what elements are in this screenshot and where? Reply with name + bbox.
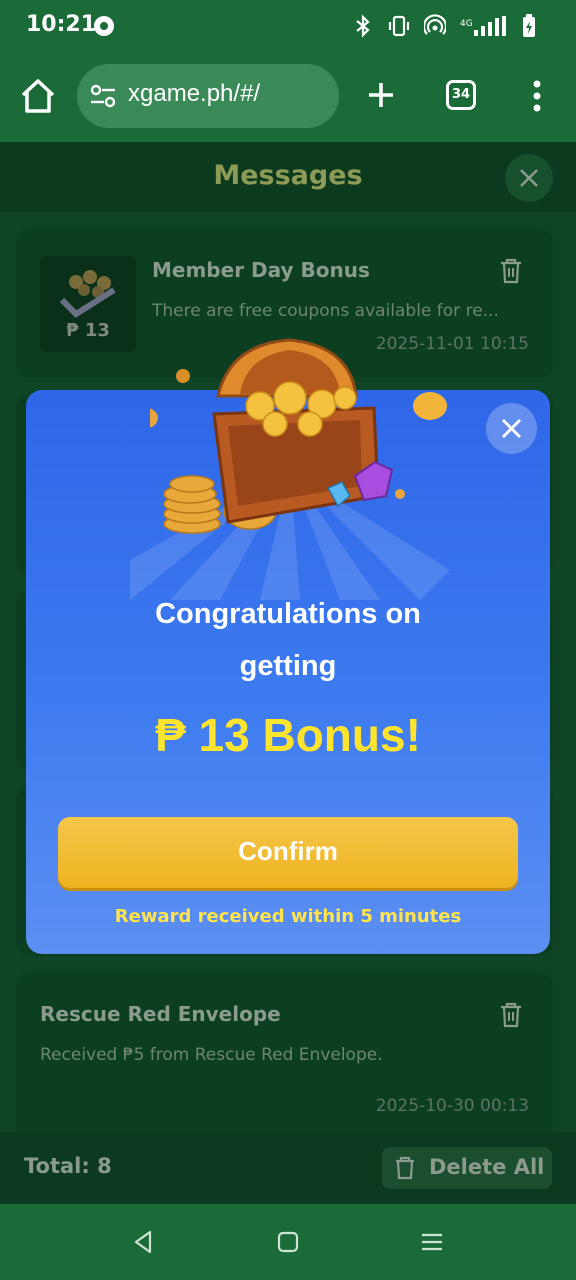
reward-note: Reward received within 5 minutes bbox=[114, 906, 462, 927]
confirm-label: Confirm bbox=[238, 836, 338, 866]
delete-all-button[interactable]: Delete All bbox=[382, 1147, 552, 1189]
message-date: 2025-10-30 00:13 bbox=[375, 1096, 529, 1116]
close-icon bbox=[520, 169, 538, 187]
trash-icon[interactable] bbox=[499, 258, 523, 284]
thumbnail-amount: ₱ 13 bbox=[66, 320, 110, 341]
site-settings-icon[interactable] bbox=[90, 84, 116, 108]
tab-switcher-button[interactable]: 34 bbox=[446, 80, 476, 110]
message-body: Received ₱5 from Rescue Red Envelope. bbox=[40, 1045, 383, 1065]
home-icon[interactable] bbox=[20, 76, 56, 116]
close-icon bbox=[502, 419, 521, 438]
total-count: Total: 8 bbox=[24, 1154, 112, 1178]
signal-4g-icon: 4G bbox=[460, 14, 508, 38]
browser-toolbar: xgame.ph/#/ 34 bbox=[0, 52, 576, 142]
close-page-button[interactable] bbox=[505, 154, 553, 202]
system-nav-bar bbox=[0, 1204, 576, 1280]
treasure-chest-icon bbox=[150, 338, 447, 534]
recents-menu-icon[interactable] bbox=[418, 1228, 446, 1256]
trash-icon[interactable] bbox=[499, 1002, 523, 1028]
home-nav-icon[interactable] bbox=[274, 1228, 302, 1256]
chat-bubble-icon bbox=[94, 16, 114, 36]
status-bar: 10:21 4G bbox=[0, 0, 576, 52]
more-menu-icon[interactable] bbox=[532, 80, 542, 112]
congratulations-line-2: getting bbox=[239, 650, 337, 682]
congratulations-text: Congratulations on getting bbox=[26, 588, 550, 692]
new-tab-icon[interactable] bbox=[366, 80, 396, 110]
messages-footer: Total: 8 Delete All bbox=[0, 1132, 576, 1204]
bonus-thumbnail: ₱ 13 bbox=[40, 256, 136, 352]
message-card[interactable]: Rescue Red Envelope Received ₱5 from Res… bbox=[16, 972, 553, 1132]
page-title: Messages bbox=[213, 160, 363, 191]
bluetooth-icon bbox=[352, 14, 374, 38]
bonus-amount: ₱ 13 Bonus! bbox=[155, 709, 421, 761]
message-title: Member Day Bonus bbox=[152, 258, 370, 282]
delete-all-label: Delete All bbox=[429, 1155, 545, 1179]
page-header: Messages bbox=[0, 142, 576, 212]
url-text[interactable]: xgame.ph/#/ bbox=[128, 80, 260, 108]
congratulations-line-1: Congratulations on bbox=[155, 598, 421, 630]
hotspot-icon bbox=[424, 14, 446, 38]
message-title: Rescue Red Envelope bbox=[40, 1002, 281, 1026]
trash-icon bbox=[394, 1156, 416, 1180]
back-icon[interactable] bbox=[130, 1228, 158, 1256]
battery-charging-icon bbox=[522, 14, 536, 38]
close-modal-button[interactable] bbox=[486, 403, 537, 454]
vibrate-icon bbox=[388, 14, 410, 38]
message-body: There are free coupons available for re.… bbox=[152, 301, 499, 321]
confirm-button[interactable]: Confirm bbox=[58, 817, 518, 888]
address-bar[interactable]: xgame.ph/#/ bbox=[77, 64, 339, 128]
status-time: 10:21 bbox=[26, 12, 97, 37]
svg-text:4G: 4G bbox=[460, 19, 473, 29]
